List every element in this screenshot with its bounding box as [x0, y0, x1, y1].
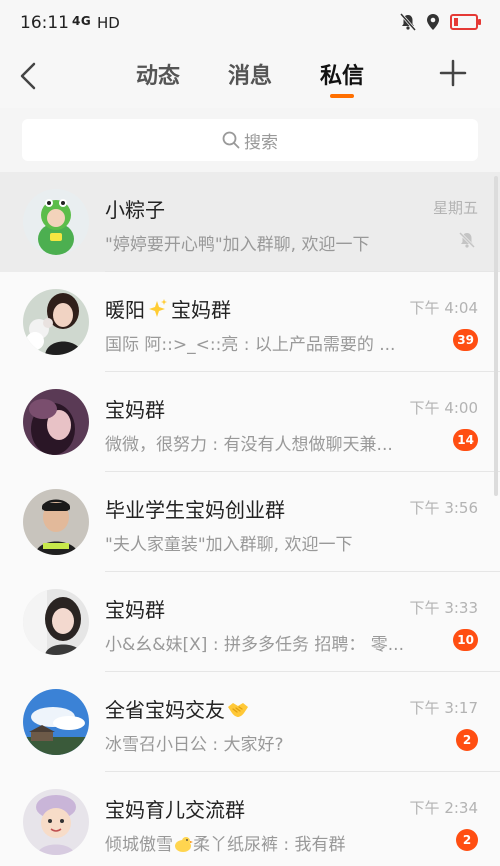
- chat-name-text: 宝妈群: [105, 598, 165, 622]
- chat-item[interactable]: 毕业学生宝妈创业群 下午 3:56 "夫人家童装"加入群聊, 欢迎一下: [0, 472, 500, 572]
- chat-time: 下午 2:34: [409, 799, 478, 817]
- unread-badge: 39: [453, 329, 478, 351]
- unread-badge: 14: [453, 429, 478, 451]
- chat-name-text: 毕业学生宝妈创业群: [105, 498, 285, 522]
- handshake-icon: [228, 702, 248, 717]
- chat-time: 下午 3:33: [409, 599, 478, 617]
- unread-badge: 2: [456, 829, 478, 851]
- chat-name: 宝妈群: [105, 394, 165, 423]
- battery-low-icon: [450, 14, 481, 30]
- back-icon[interactable]: [14, 56, 44, 96]
- tab-messages[interactable]: 消息: [228, 58, 272, 90]
- chat-item[interactable]: 小粽子 星期五 "婷婷要开心鸭"加入群聊, 欢迎一下: [0, 172, 500, 272]
- chat-name: 宝妈育儿交流群: [105, 794, 245, 823]
- chat-item[interactable]: 宝妈育儿交流群 下午 2:34 倾城傲雪 柔丫纸尿裤 : 我有群 2: [0, 772, 500, 866]
- search-area: 搜索: [0, 108, 500, 172]
- network-indicator: 4G: [72, 14, 92, 28]
- unread-badge: 10: [453, 629, 478, 651]
- status-icons: [400, 13, 481, 31]
- chat-time: 下午 4:00: [409, 399, 478, 417]
- chat-name: 毕业学生宝妈创业群: [105, 494, 285, 523]
- chick-icon: [175, 837, 193, 852]
- avatar: [23, 389, 89, 455]
- avatar: [23, 189, 89, 255]
- chat-name-text: 宝妈育儿交流群: [105, 798, 245, 822]
- chat-time: 下午 3:56: [409, 499, 478, 517]
- chat-preview: "婷婷要开心鸭"加入群聊, 欢迎一下: [105, 235, 370, 255]
- status-time: 16:11: [20, 13, 69, 33]
- chat-name: 小粽子: [105, 194, 165, 223]
- chat-name-text: 全省宝妈交友: [105, 698, 225, 722]
- avatar: [23, 689, 89, 755]
- chat-item[interactable]: 暖阳 宝妈群 下午 4:04 国际 阿::>_<::亮 : 以上产品需要的 ..…: [0, 272, 500, 372]
- chat-list: 小粽子 星期五 "婷婷要开心鸭"加入群聊, 欢迎一下 暖阳 宝妈群 下午 4:0…: [0, 172, 500, 866]
- chat-time: 下午 3:17: [409, 699, 478, 717]
- chat-preview-part: 倾城傲雪: [105, 835, 173, 855]
- avatar: [23, 489, 89, 555]
- muted-bell-icon: [458, 231, 476, 249]
- chat-name-part: 宝妈群: [171, 298, 231, 322]
- search-icon: [222, 131, 240, 149]
- chat-name-part: 暖阳: [105, 298, 145, 322]
- chat-name: 全省宝妈交友: [105, 694, 249, 723]
- active-tab-indicator: [330, 94, 354, 98]
- status-bar: 16:11 4G HD: [0, 0, 500, 48]
- search-input[interactable]: 搜索: [22, 119, 478, 161]
- chat-name: 宝妈群: [105, 594, 165, 623]
- unread-badge: 2: [456, 729, 478, 751]
- search-placeholder: 搜索: [244, 132, 278, 153]
- chat-preview: 微微，很努力 : 有没有人想做聊天兼...: [105, 435, 393, 455]
- chat-preview: "夫人家童装"加入群聊, 欢迎一下: [105, 535, 353, 555]
- chat-preview: 倾城傲雪 柔丫纸尿裤 : 我有群: [105, 830, 420, 855]
- avatar: [23, 589, 89, 655]
- chat-name: 暖阳 宝妈群: [105, 294, 231, 323]
- hd-indicator: HD: [97, 14, 120, 32]
- chat-item[interactable]: 宝妈群 下午 4:00 微微，很努力 : 有没有人想做聊天兼... 14: [0, 372, 500, 472]
- chat-name-text: 小粽子: [105, 198, 165, 222]
- chat-preview: 国际 阿::>_<::亮 : 以上产品需要的 ...: [105, 335, 396, 355]
- tab-private-messages[interactable]: 私信: [320, 58, 364, 90]
- location-icon: [427, 14, 439, 30]
- chat-item[interactable]: 全省宝妈交友 下午 3:17 冰雪召小日公 : 大家好? 2: [0, 672, 500, 772]
- chat-time: 下午 4:04: [409, 299, 478, 317]
- chat-preview-part: 柔丫纸尿裤 : 我有群: [193, 835, 346, 855]
- chat-item[interactable]: 宝妈群 下午 3:33 小&幺&妹[X] : 拼多多任务 招聘： 零... 10: [0, 572, 500, 672]
- chat-name-text: 宝妈群: [105, 398, 165, 422]
- sparkles-icon: [149, 298, 167, 317]
- avatar: [23, 289, 89, 355]
- nav-bar: 动态 消息 私信: [0, 48, 500, 108]
- mute-icon: [400, 13, 416, 31]
- chat-preview: 冰雪召小日公 : 大家好?: [105, 735, 284, 755]
- plus-icon[interactable]: [438, 58, 468, 88]
- chat-preview: 小&幺&妹[X] : 拼多多任务 招聘： 零...: [105, 635, 404, 655]
- chat-time: 星期五: [432, 199, 478, 217]
- scrollbar[interactable]: [494, 176, 498, 496]
- tab-dynamics[interactable]: 动态: [136, 58, 180, 90]
- avatar: [23, 789, 89, 855]
